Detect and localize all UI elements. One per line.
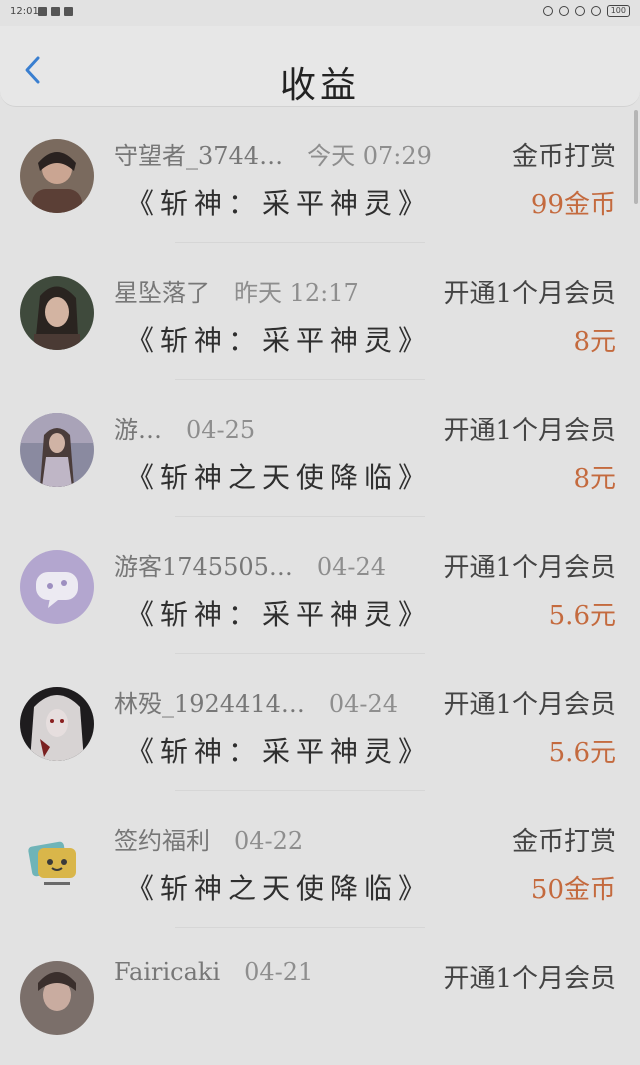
avatar[interactable]: [20, 276, 94, 350]
earning-item[interactable]: 游… 04-25 开通1个月会员 《斩神之天使降临》 8元: [0, 380, 640, 517]
earning-type: 开通1个月会员: [443, 690, 616, 720]
item-time: 今天 07:29: [307, 142, 432, 170]
earning-type: 开通1个月会员: [443, 416, 616, 446]
username: 星坠落了: [114, 279, 210, 307]
book-title: 《斩神之天使降临》: [126, 461, 433, 494]
username: 守望者_3744…: [114, 142, 284, 170]
book-title: 《斩神：采平神灵》: [126, 735, 433, 768]
username: 林殁_1924414…: [114, 690, 305, 718]
earning-item[interactable]: Fairicaki 04-21 开通1个月会员: [0, 928, 640, 1065]
earning-amount: 8元: [573, 327, 616, 357]
item-time: 04-21: [244, 958, 314, 986]
earning-item[interactable]: 签约福利 04-22 金币打赏 《斩神之天使降临》 50金币: [0, 791, 640, 928]
earning-amount: 5.6元: [548, 601, 616, 631]
avatar[interactable]: [20, 961, 94, 1035]
item-time: 04-22: [234, 827, 304, 855]
book-title: 《斩神：采平神灵》: [126, 324, 433, 357]
item-meta: 游客1745505… 04-24: [114, 547, 386, 582]
nav-bar: 收益: [0, 26, 640, 107]
item-meta: Fairicaki 04-21: [114, 958, 313, 986]
avatar[interactable]: [20, 824, 94, 898]
item-meta: 游… 04-25: [114, 410, 255, 445]
status-icons: 100: [542, 5, 630, 17]
item-time: 04-24: [328, 690, 399, 718]
earning-type: 金币打赏: [511, 827, 616, 857]
earning-type: 开通1个月会员: [443, 553, 616, 583]
alarm-icon: [558, 6, 569, 16]
book-title: 《斩神：采平神灵》: [126, 187, 433, 220]
avatar[interactable]: [20, 139, 94, 213]
status-time: 12:01: [10, 6, 39, 17]
mute-icon: [574, 6, 585, 16]
earning-item[interactable]: 林殁_1924414… 04-24 开通1个月会员 《斩神：采平神灵》 5.6元: [0, 654, 640, 791]
item-time: 昨天 12:17: [234, 279, 359, 307]
earning-amount: 5.6元: [548, 738, 616, 768]
battery-icon: 100: [606, 5, 630, 17]
wifi-icon: [590, 6, 601, 16]
item-time: 04-25: [186, 416, 256, 444]
earning-item[interactable]: 守望者_3744… 今天 07:29 金币打赏 《斩神：采平神灵》 99金币: [0, 106, 640, 243]
earning-amount: 99金币: [530, 190, 616, 220]
earning-amount: 8元: [573, 464, 616, 494]
earnings-list: 守望者_3744… 今天 07:29 金币打赏 《斩神：采平神灵》 99金币 星坠…: [0, 106, 640, 1065]
item-meta: 守望者_3744… 今天 07:29: [114, 136, 432, 171]
username: Fairicaki: [114, 958, 221, 986]
earning-type: 开通1个月会员: [443, 964, 616, 994]
status-bar: 12:01 100: [0, 0, 640, 26]
username: 签约福利: [114, 827, 210, 855]
item-meta: 签约福利 04-22: [114, 821, 303, 856]
avatar[interactable]: [20, 550, 94, 624]
notification-icons: [38, 7, 73, 16]
page-title: 收益: [279, 65, 360, 106]
earning-item[interactable]: 星坠落了 昨天 12:17 开通1个月会员 《斩神：采平神灵》 8元: [0, 243, 640, 380]
eye-icon: [542, 6, 553, 16]
username: 游…: [114, 416, 162, 444]
avatar[interactable]: [20, 687, 94, 761]
earning-type: 开通1个月会员: [443, 279, 616, 309]
earning-item[interactable]: 游客1745505… 04-24 开通1个月会员 《斩神：采平神灵》 5.6元: [0, 517, 640, 654]
book-title: 《斩神：采平神灵》: [126, 598, 433, 631]
earning-type: 金币打赏: [511, 142, 616, 172]
item-time: 04-24: [316, 553, 387, 581]
book-title: 《斩神之天使降临》: [126, 872, 433, 905]
item-meta: 星坠落了 昨天 12:17: [114, 273, 359, 308]
scrollbar[interactable]: [634, 110, 638, 204]
avatar[interactable]: [20, 413, 94, 487]
earning-amount: 50金币: [530, 875, 616, 905]
item-meta: 林殁_1924414… 04-24: [114, 684, 398, 719]
username: 游客1745505…: [114, 553, 293, 581]
